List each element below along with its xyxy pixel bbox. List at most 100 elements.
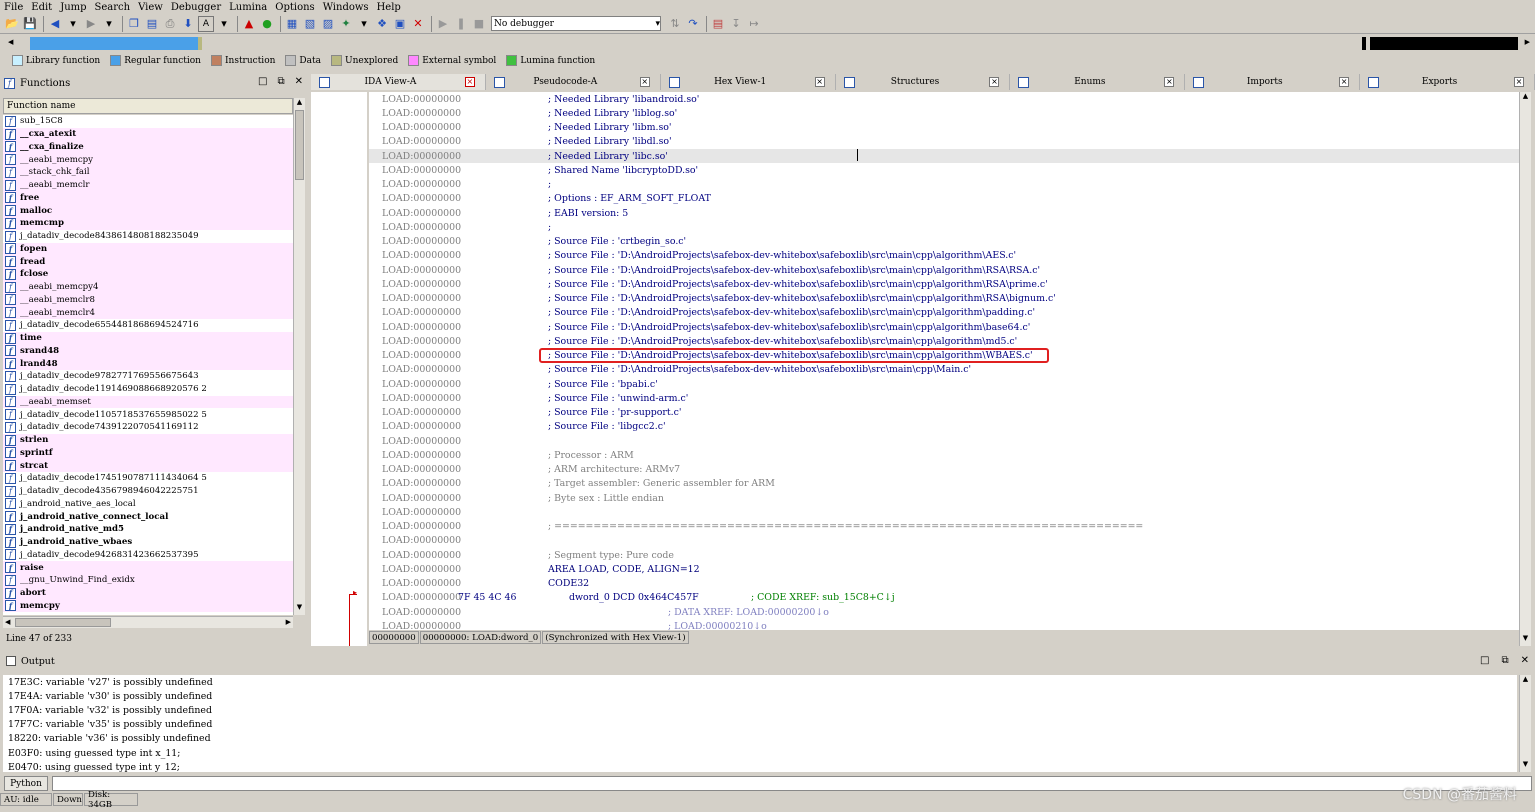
- disasm-line[interactable]: LOAD:00000000 7F 45 4C 46 dword_0 DCD 0x46…: [369, 591, 1519, 605]
- scroll-left-icon[interactable]: ◀: [5, 618, 10, 626]
- scroll-down-icon[interactable]: ▼: [1520, 634, 1531, 646]
- menu-lumina[interactable]: Lumina: [229, 2, 267, 13]
- function-row[interactable]: f strcat: [3, 459, 293, 472]
- disasm-line[interactable]: LOAD:00000000 ; Needed Library 'libm.so': [369, 121, 1519, 135]
- play-icon[interactable]: ▶: [435, 16, 451, 32]
- close-icon[interactable]: ✕: [1521, 655, 1529, 666]
- disasm-line[interactable]: LOAD:00000000 CODE32: [369, 577, 1519, 591]
- function-row[interactable]: f j_datadiv_decode1105718537655985022 5: [3, 408, 293, 421]
- disasm-line[interactable]: LOAD:00000000 ; Shared Name 'libcryptoDD.…: [369, 163, 1519, 177]
- function-row[interactable]: f __gnu_Unwind_Find_exidx: [3, 574, 293, 587]
- function-row[interactable]: f j_android_native_aes_local: [3, 498, 293, 511]
- function-row[interactable]: f __aeabi_memset: [3, 395, 293, 409]
- disasm-line[interactable]: LOAD:00000000 ; Source File : 'D:\Android…: [369, 249, 1519, 263]
- tab-hex-view-1[interactable]: Hex View-1 ×: [661, 74, 836, 90]
- disasm-line[interactable]: LOAD:00000000 ; =========================…: [369, 520, 1519, 534]
- function-row[interactable]: f sprintf: [3, 446, 293, 460]
- close-icon[interactable]: ×: [1514, 77, 1525, 87]
- menu-jump[interactable]: Jump: [60, 2, 86, 13]
- disasm-line[interactable]: LOAD:00000000;: [369, 178, 1519, 192]
- disasm-line[interactable]: LOAD:00000000 ; Source File : 'D:\Android…: [369, 263, 1519, 277]
- print-icon[interactable]: ⎙: [162, 16, 178, 32]
- restore-icon[interactable]: ⧉: [1501, 655, 1508, 666]
- function-row[interactable]: f fread: [3, 255, 293, 268]
- open-file-icon[interactable]: 📂: [4, 16, 20, 32]
- back-icon[interactable]: ◀: [47, 16, 63, 32]
- function-row[interactable]: f j_android_native_md5: [3, 523, 293, 536]
- scroll-thumb[interactable]: [295, 110, 304, 180]
- output-text[interactable]: 17E3C: variable 'v27' is possibly undefi…: [3, 675, 1517, 772]
- disasm-line[interactable]: LOAD:00000000 ; Source File : 'libgcc2.c': [369, 420, 1519, 434]
- scroll-up-icon[interactable]: ▲: [1520, 92, 1531, 104]
- disasm-line[interactable]: LOAD:00000000 ; Segment type: Pure code: [369, 548, 1519, 562]
- chevron-down-icon[interactable]: ▾: [101, 16, 117, 32]
- calls-chart-icon[interactable]: ▨: [320, 16, 336, 32]
- function-row[interactable]: f free: [3, 191, 293, 205]
- nav-left-icon[interactable]: ◀: [8, 38, 13, 46]
- disasm-line[interactable]: LOAD:00000000 ; Source File : 'D:\Android…: [369, 363, 1519, 377]
- tab-exports[interactable]: Exports ×: [1360, 74, 1535, 90]
- function-row[interactable]: f __cxa_finalize: [3, 140, 293, 154]
- function-row[interactable]: f sub_15C8: [3, 115, 293, 128]
- disasm-line[interactable]: LOAD:00000000 ; Source File : 'D:\Android…: [369, 277, 1519, 291]
- close-icon[interactable]: ×: [1164, 77, 1175, 87]
- debugger-select[interactable]: No debugger ▾: [491, 16, 661, 31]
- chevron-down-icon[interactable]: ▾: [216, 16, 232, 32]
- disasm-line[interactable]: LOAD:00000000 ; Source File : 'D:\Android…: [369, 320, 1519, 334]
- menu-edit[interactable]: Edit: [31, 2, 52, 13]
- disasm-line[interactable]: LOAD:00000000 ; Source File : 'D:\Android…: [369, 306, 1519, 320]
- stop-icon[interactable]: ■: [471, 16, 487, 32]
- close-icon[interactable]: ✕: [295, 76, 303, 87]
- disasm-line[interactable]: LOAD:00000000 ; Options : EF_ARM_SOFT_FLO…: [369, 192, 1519, 206]
- save-icon[interactable]: 💾: [22, 16, 38, 32]
- disasm-line[interactable]: LOAD:00000000;: [369, 220, 1519, 234]
- function-row[interactable]: f raise: [3, 561, 293, 574]
- tab-imports[interactable]: Imports ×: [1185, 74, 1361, 90]
- function-chart-icon[interactable]: ▦: [284, 16, 300, 32]
- close-icon[interactable]: ×: [989, 77, 1000, 87]
- scroll-right-icon[interactable]: ▶: [286, 618, 291, 626]
- step-into-icon[interactable]: ↧: [728, 16, 744, 32]
- function-row[interactable]: f strlen: [3, 433, 293, 447]
- restore-icon[interactable]: ⧉: [277, 76, 284, 87]
- close-icon[interactable]: ×: [639, 77, 650, 87]
- function-row[interactable]: f srand48: [3, 344, 293, 358]
- disasm-line[interactable]: LOAD:00000000 ; Source File : 'crtbegin_s…: [369, 235, 1519, 249]
- disasm-line[interactable]: LOAD:00000000: [369, 534, 1519, 548]
- disasm-line[interactable]: LOAD:00000000 ; Needed Library 'liblog.so…: [369, 106, 1519, 120]
- pause-icon[interactable]: ❚: [453, 16, 469, 32]
- function-row[interactable]: f lrand48: [3, 357, 293, 370]
- run-icon[interactable]: ●: [259, 16, 275, 32]
- disasm-line[interactable]: LOAD:00000000 ; Needed Library 'libandroi…: [369, 92, 1519, 106]
- menu-help[interactable]: Help: [377, 2, 401, 13]
- disasm-line[interactable]: LOAD:00000000 ; EABI version: 5: [369, 206, 1519, 220]
- scroll-thumb[interactable]: [15, 618, 111, 627]
- functions-horizontal-scrollbar[interactable]: ◀ ▶: [3, 616, 293, 628]
- python-language-button[interactable]: Python: [4, 776, 48, 791]
- disasm-line[interactable]: LOAD:00000000 ; LOAD:00000210↓o: [369, 619, 1519, 630]
- graph-view-icon[interactable]: ▲: [241, 16, 257, 32]
- function-row[interactable]: f fclose: [3, 268, 293, 281]
- function-row[interactable]: f j_datadiv_decode9782771769556675643: [3, 370, 293, 383]
- scroll-up-icon[interactable]: ▲: [294, 98, 305, 110]
- functions-vertical-scrollbar[interactable]: ▲ ▼: [293, 98, 305, 615]
- xref-chart-icon[interactable]: ▧: [302, 16, 318, 32]
- python-command-input[interactable]: [52, 776, 1532, 791]
- disasm-line[interactable]: LOAD:00000000 ; Source File : 'unwind-arm…: [369, 391, 1519, 405]
- function-row[interactable]: f fopen: [3, 242, 293, 256]
- disasm-line[interactable]: LOAD:00000000 ; Source File : 'D:\Android…: [369, 334, 1519, 348]
- close-icon[interactable]: ×: [464, 77, 475, 87]
- minimize-icon[interactable]: □: [1480, 655, 1489, 666]
- function-row[interactable]: f __aeabi_memcpy: [3, 153, 293, 166]
- disasm-line[interactable]: LOAD:00000000 ; Byte sex : Little endian: [369, 491, 1519, 505]
- step-over-icon[interactable]: ↦: [746, 16, 762, 32]
- function-row[interactable]: f j_android_native_connect_local: [3, 510, 293, 523]
- breakpoints-icon[interactable]: ▤: [710, 16, 726, 32]
- disasm-vertical-scrollbar[interactable]: ▲ ▼: [1519, 92, 1531, 646]
- nav-right-icon[interactable]: ▶: [1525, 38, 1530, 46]
- chevron-down-icon[interactable]: ▾: [65, 16, 81, 32]
- function-row[interactable]: f j_datadiv_decode9426831423662537395: [3, 549, 293, 562]
- tab-structures[interactable]: Structures ×: [836, 74, 1011, 90]
- disasm-line[interactable]: LOAD:00000000 ; Source File : 'bpabi.c': [369, 377, 1519, 391]
- tab-pseudocode-a[interactable]: Pseudocode-A ×: [486, 74, 661, 90]
